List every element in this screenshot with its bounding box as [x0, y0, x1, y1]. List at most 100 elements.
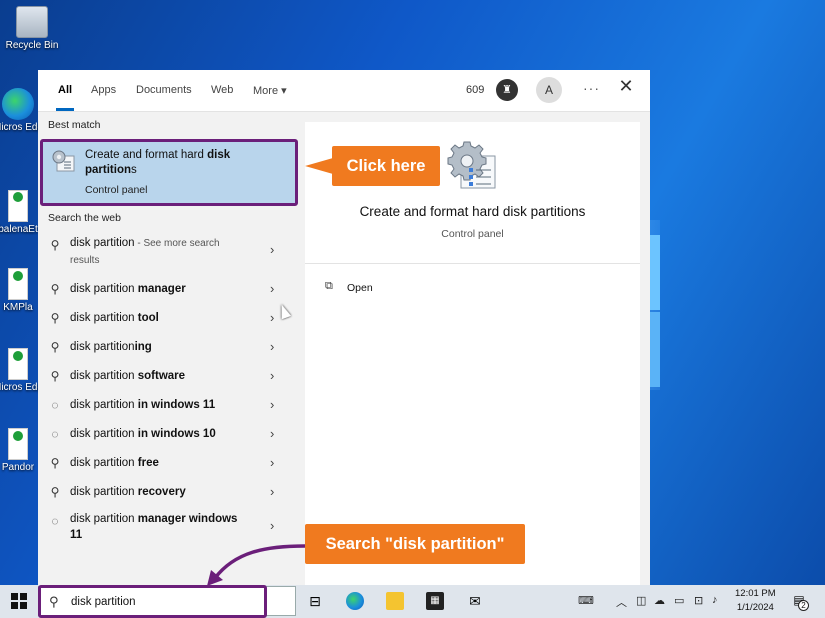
search-icon: ⚲	[50, 282, 60, 296]
close-icon[interactable]: ✕	[616, 76, 636, 97]
wallpaper-pane	[650, 312, 660, 387]
search-highlight-outline	[38, 585, 267, 618]
chat-icon: ◌	[51, 514, 59, 528]
best-match-heading: Best match	[48, 119, 101, 131]
volume-icon[interactable]: ♪	[712, 594, 718, 606]
web-result-row[interactable]: ⚲ disk partition software ›	[38, 362, 304, 391]
store-icon[interactable]: ▦	[426, 592, 444, 610]
task-view-icon[interactable]: ⊟	[306, 592, 324, 610]
web-result-text: disk partition software	[70, 370, 186, 382]
desktop-icon-label: KMPla	[3, 302, 33, 313]
search-web-heading: Search the web	[48, 212, 121, 224]
mail-icon[interactable]: ✉	[466, 592, 484, 610]
keyboard-icon[interactable]: ⌨	[578, 594, 594, 607]
web-result-row[interactable]: ⚲ disk partition tool ›	[38, 304, 304, 333]
chevron-right-icon: ›	[270, 242, 275, 257]
chevron-up-icon[interactable]: ︿	[616, 594, 627, 610]
web-result-row[interactable]: ⚲ disk partition manager ›	[38, 275, 304, 304]
web-result-row[interactable]: ◌ disk partition in windows 10 ›	[38, 420, 304, 449]
web-result-row[interactable]: ⚲ disk partition - See more search resul…	[38, 231, 304, 271]
results-list: Best match Create and format hard disk p…	[38, 113, 304, 585]
desktop-icon-recycle-bin[interactable]: Recycle Bin	[0, 6, 64, 51]
clock[interactable]: 12:01 PM 1/1/2024	[735, 587, 776, 615]
web-result-row[interactable]: ⚲ disk partition recovery ›	[38, 478, 304, 507]
desktop-icon-label: Recycle Bin	[5, 40, 59, 51]
tab-more[interactable]: More ▾	[253, 84, 287, 97]
sync-check-icon	[12, 430, 24, 442]
preview-pane: Create and format hard disk partitions C…	[305, 122, 640, 585]
tab-documents[interactable]: Documents	[136, 84, 192, 96]
web-result-text: disk partition free	[70, 457, 159, 469]
chevron-right-icon: ›	[270, 455, 275, 470]
chevron-right-icon: ›	[270, 484, 275, 499]
best-match-subtitle: Control panel	[85, 184, 148, 196]
chevron-right-icon: ›	[270, 281, 275, 296]
wallpaper-pane	[650, 235, 660, 310]
disk-management-icon	[52, 150, 75, 172]
windows-start-icon[interactable]	[11, 593, 27, 609]
search-icon: ⚲	[50, 369, 60, 383]
web-result-text: disk partition tool	[70, 312, 159, 324]
battery-icon[interactable]: ▭	[674, 594, 684, 607]
open-icon[interactable]: ⧉	[325, 280, 333, 293]
file-explorer-icon[interactable]	[386, 592, 404, 610]
sync-check-icon	[12, 270, 24, 282]
preview-title: Create and format hard disk partitions	[359, 204, 586, 219]
more-options-icon[interactable]: ···	[583, 80, 600, 96]
open-action[interactable]: Open	[347, 282, 373, 294]
sync-check-icon	[12, 350, 24, 362]
avatar[interactable]: A	[536, 77, 562, 103]
search-icon: ⚲	[50, 485, 60, 499]
web-result-text: disk partition manager windows 11	[70, 513, 238, 541]
rewards-points: 609	[466, 84, 485, 96]
chevron-right-icon: ›	[270, 339, 275, 354]
search-icon: ⚲	[50, 238, 60, 252]
chevron-right-icon: ›	[270, 397, 275, 412]
web-result-text: disk partitioning	[70, 341, 152, 353]
active-tab-indicator	[56, 108, 74, 111]
web-result-text: disk partition manager	[70, 283, 186, 295]
web-result-row[interactable]: ⚲ disk partition free ›	[38, 449, 304, 478]
search-hint-callout: Search "disk partition"	[305, 524, 525, 564]
web-result-row[interactable]: ⚲ disk partitioning ›	[38, 333, 304, 362]
chevron-right-icon: ›	[270, 518, 275, 533]
trophy-icon[interactable]: ♜	[496, 79, 518, 101]
search-panel-header: All Apps Documents Web More ▾ 609 ♜ A ··…	[38, 70, 650, 112]
search-icon: ⚲	[50, 340, 60, 354]
tab-apps[interactable]: Apps	[91, 84, 116, 96]
onedrive-icon[interactable]: ☁	[654, 594, 665, 607]
preview-subtitle: Control panel	[441, 228, 504, 240]
network-icon[interactable]: ⊡	[694, 594, 703, 607]
web-result-text: disk partition - See more search results	[70, 237, 220, 266]
tab-all[interactable]: All	[58, 84, 72, 96]
edge-icon	[2, 88, 34, 120]
search-icon: ⚲	[50, 456, 60, 470]
web-result-text: disk partition in windows 10	[70, 428, 216, 440]
edge-icon[interactable]	[346, 592, 364, 610]
divider	[305, 263, 640, 264]
chat-icon: ◌	[51, 427, 59, 441]
desktop-icon-label: Pandor	[1, 462, 35, 473]
disk-management-icon	[447, 141, 496, 189]
chevron-down-icon: ▾	[281, 85, 287, 97]
curved-arrow-icon	[207, 544, 306, 586]
sync-check-icon	[12, 191, 24, 203]
web-result-text: disk partition in windows 11	[70, 399, 216, 411]
notification-count-badge: 2	[798, 600, 809, 611]
search-icon: ⚲	[50, 311, 60, 325]
web-result-row[interactable]: ◌ disk partition in windows 11 ›	[38, 391, 304, 420]
callout-pointer	[305, 158, 333, 174]
chevron-right-icon: ›	[270, 310, 275, 325]
best-match-title: Create and format hard disk partitions	[85, 149, 231, 176]
desktop-icon-label: Micros Edg	[0, 382, 43, 393]
meet-now-icon[interactable]: ◫	[636, 594, 646, 607]
desktop-icon-label: balenaEt	[0, 224, 38, 235]
web-result-text: disk partition recovery	[70, 486, 186, 498]
tab-web[interactable]: Web	[211, 84, 233, 96]
tab-more-label: More	[253, 85, 279, 97]
chevron-right-icon: ›	[270, 368, 275, 383]
clock-date: 1/1/2024	[736, 602, 774, 613]
chevron-right-icon: ›	[270, 426, 275, 441]
best-match-result[interactable]: Create and format hard disk partitions C…	[40, 139, 298, 206]
recycle-bin-icon	[16, 6, 48, 38]
